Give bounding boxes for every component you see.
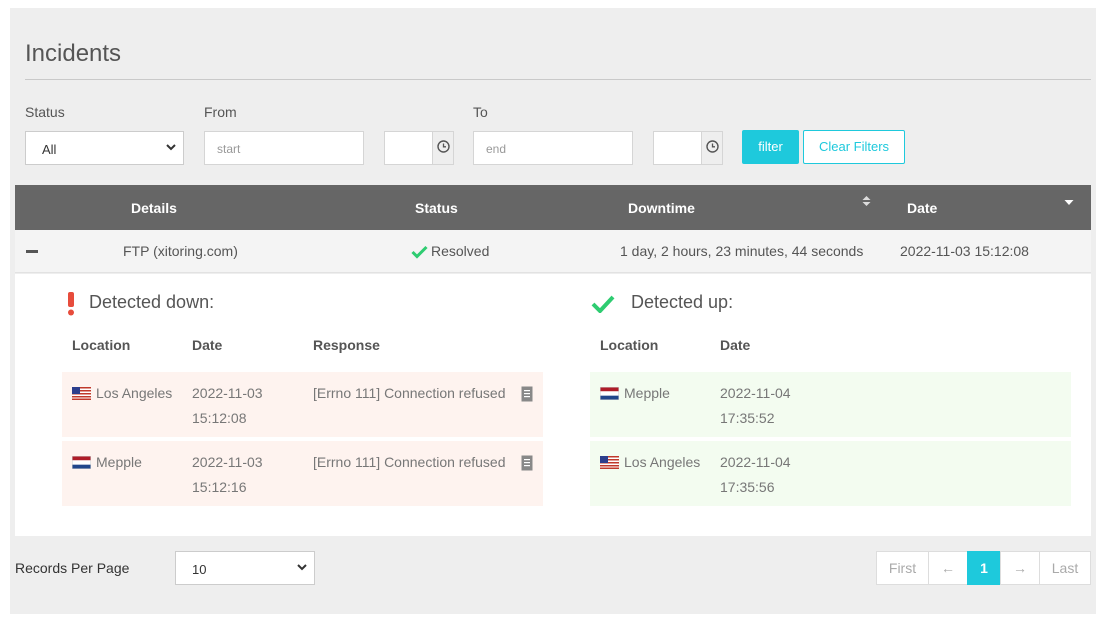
clear-filters-button[interactable]: Clear Filters xyxy=(803,130,905,164)
up-row-date: 2022-11-04 xyxy=(720,454,791,470)
us-flag-icon xyxy=(600,456,619,469)
down-row-response: [Errno 111] Connection refused xyxy=(313,454,506,470)
table-row[interactable]: FTP (xitoring.com) Resolved 1 day, 2 hou… xyxy=(15,230,1091,273)
pagination-last[interactable]: Last xyxy=(1039,551,1091,585)
from-date-placeholder: start xyxy=(217,142,241,156)
from-filter-label: From xyxy=(204,104,237,120)
from-date-input[interactable]: start xyxy=(204,131,364,165)
down-column-date: Date xyxy=(192,337,223,353)
collapse-icon[interactable] xyxy=(26,250,38,253)
row-downtime: 1 day, 2 hours, 23 minutes, 44 seconds xyxy=(620,243,864,259)
incident-detail: Detected down: Detected up: Location Dat… xyxy=(15,274,1091,536)
filter-button[interactable]: filter xyxy=(742,130,799,164)
up-column-date: Date xyxy=(720,337,751,353)
column-header-details: Details xyxy=(131,200,177,216)
up-row-time: 17:35:56 xyxy=(720,479,775,495)
detected-up-title: Detected up: xyxy=(631,292,734,312)
to-time-addon[interactable] xyxy=(701,131,723,165)
title-divider xyxy=(25,79,1091,80)
us-flag-icon xyxy=(72,387,91,400)
down-row-time: 15:12:16 xyxy=(192,479,247,495)
up-row-location: Los Angeles xyxy=(624,454,701,470)
down-row-location: Mepple xyxy=(96,454,142,470)
column-header-downtime[interactable]: Downtime xyxy=(628,200,695,216)
up-row-date: 2022-11-04 xyxy=(720,385,791,401)
nl-flag-icon xyxy=(600,387,619,400)
pagination-prev[interactable]: ← xyxy=(928,551,968,585)
clock-icon xyxy=(706,140,719,153)
down-row-time: 15:12:08 xyxy=(192,410,247,426)
up-column-location: Location xyxy=(600,337,659,353)
status-select-value: All xyxy=(42,142,57,157)
row-date: 2022-11-03 15:12:08 xyxy=(900,243,1029,259)
pagination-first[interactable]: First xyxy=(876,551,929,585)
row-status: Resolved xyxy=(431,243,490,259)
to-filter-label: To xyxy=(473,104,488,120)
records-per-page-select[interactable]: 10 xyxy=(175,551,315,585)
to-date-placeholder: end xyxy=(486,142,507,156)
up-row-location: Mepple xyxy=(624,385,670,401)
receipt-icon[interactable] xyxy=(521,386,533,402)
row-details: FTP (xitoring.com) xyxy=(123,243,238,259)
chevron-down-icon xyxy=(297,564,307,571)
down-row-location: Los Angeles xyxy=(96,385,173,401)
nl-flag-icon xyxy=(72,456,91,469)
down-column-location: Location xyxy=(72,337,131,353)
down-row: Mepple 2022-11-03 15:12:16 [Errno 111] C… xyxy=(62,441,543,506)
pagination-next[interactable]: → xyxy=(1000,551,1040,585)
down-row-response: [Errno 111] Connection refused xyxy=(313,385,506,401)
up-row: Los Angeles 2022-11-04 17:35:56 xyxy=(590,441,1071,506)
check-icon xyxy=(411,245,428,259)
detected-down-title: Detected down: xyxy=(89,292,215,312)
down-row: Los Angeles 2022-11-03 15:12:08 [Errno 1… xyxy=(62,372,543,437)
page-title: Incidents xyxy=(25,40,122,67)
to-time-input[interactable] xyxy=(653,131,702,165)
clock-icon xyxy=(437,140,450,153)
records-per-page-value: 10 xyxy=(192,562,207,577)
records-per-page-label: Records Per Page xyxy=(15,560,130,576)
check-icon xyxy=(591,295,615,313)
exclamation-icon xyxy=(68,292,74,316)
chevron-down-icon xyxy=(166,144,176,151)
sort-desc-icon[interactable] xyxy=(1064,199,1074,206)
sort-icon[interactable] xyxy=(862,195,871,207)
status-filter-label: Status xyxy=(25,104,65,120)
status-select[interactable]: All xyxy=(25,131,184,165)
receipt-icon[interactable] xyxy=(521,455,533,471)
up-row-time: 17:35:52 xyxy=(720,410,775,426)
down-column-response: Response xyxy=(313,337,380,353)
from-time-input[interactable] xyxy=(384,131,433,165)
up-row: Mepple 2022-11-04 17:35:52 xyxy=(590,372,1071,437)
pagination-page-1[interactable]: 1 xyxy=(967,551,1001,585)
column-header-date[interactable]: Date xyxy=(907,200,937,216)
down-row-date: 2022-11-03 xyxy=(192,385,263,401)
from-time-addon[interactable] xyxy=(432,131,454,165)
down-row-date: 2022-11-03 xyxy=(192,454,263,470)
incidents-panel: Incidents Status From To All start end f… xyxy=(10,8,1096,614)
incidents-table-header: Details Status Downtime Date xyxy=(15,185,1091,230)
to-date-input[interactable]: end xyxy=(473,131,633,165)
column-header-status: Status xyxy=(415,200,458,216)
